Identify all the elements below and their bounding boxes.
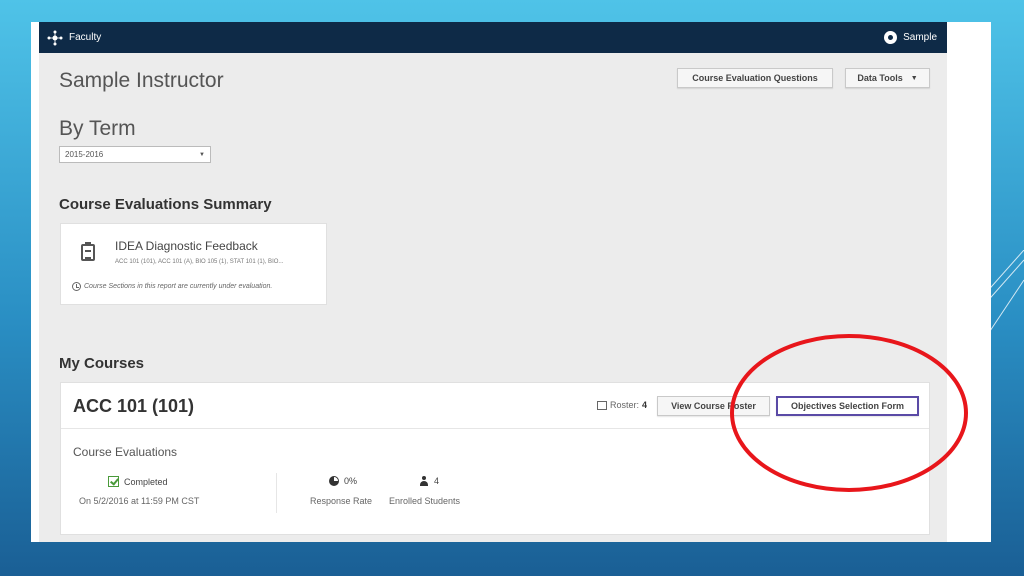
summary-heading: Course Evaluations Summary (59, 196, 272, 213)
status-text: Completed (124, 476, 168, 487)
response-rate-label: Response Rate (310, 496, 373, 506)
clipboard-icon (81, 242, 95, 261)
view-course-roster-button[interactable]: View Course Roster (657, 396, 770, 416)
roster-label: Roster: (610, 400, 640, 410)
person-icon (419, 476, 429, 486)
divider (61, 428, 929, 429)
check-icon (108, 476, 119, 487)
page-title: Sample Instructor (59, 69, 224, 92)
chevron-down-icon: ▼ (199, 151, 205, 158)
user-avatar-icon (884, 31, 898, 44)
enrolled-students-label: Enrolled Students (389, 496, 461, 506)
objectives-selection-form-button[interactable]: Objectives Selection Form (776, 396, 919, 416)
summary-card-title: IDEA Diagnostic Feedback (115, 239, 258, 253)
network-logo-icon (47, 30, 63, 45)
enrolled-number: 4 (434, 476, 440, 486)
divider (276, 473, 277, 513)
my-courses-heading: My Courses (59, 355, 145, 372)
top-navigation-bar: Faculty Sample (39, 22, 947, 53)
user-name: Sample (903, 32, 937, 43)
term-heading: By Term (59, 117, 136, 140)
clock-icon (72, 282, 81, 291)
faculty-app: Faculty Sample Sample Instructor Course … (39, 22, 947, 542)
app-name: Faculty (69, 32, 102, 43)
enrolled-students-value: 4 (419, 476, 439, 486)
response-rate-number: 0% (344, 476, 358, 486)
user-menu[interactable]: Sample (884, 31, 937, 44)
course-evaluations-label: Course Evaluations (73, 445, 178, 459)
status-badge: Completed (108, 476, 168, 487)
course-evaluation-questions-button[interactable]: Course Evaluation Questions (677, 68, 833, 88)
data-tools-dropdown[interactable]: Data Tools ▼ (845, 68, 930, 88)
summary-card-sections: ACC 101 (101), ACC 101 (A), BIO 105 (1),… (115, 259, 284, 265)
brand[interactable]: Faculty (47, 30, 101, 46)
term-select-value: 2015-2016 (65, 150, 104, 159)
chevron-down-icon: ▼ (910, 74, 918, 82)
course-name: ACC 101 (101) (73, 396, 195, 416)
response-rate-value: 0% (329, 476, 357, 486)
summary-card[interactable]: IDEA Diagnostic Feedback ACC 101 (101), … (60, 223, 327, 305)
screenshot-frame: Faculty Sample Sample Instructor Course … (31, 22, 991, 542)
term-select[interactable]: 2015-2016 ▼ (59, 146, 211, 163)
data-tools-label: Data Tools (857, 73, 903, 83)
summary-note-text: Course Sections in this report are curre… (84, 283, 273, 290)
deadline-text: On 5/2/2016 at 11:59 PM CST (79, 496, 200, 506)
roster-value: 4 (642, 400, 648, 410)
roster-count: Roster: 4 (597, 400, 647, 410)
course-card: ACC 101 (101) Roster: 4 View Course Rost… (60, 382, 930, 535)
pie-chart-icon (329, 476, 339, 486)
summary-card-note: Course Sections in this report are curre… (72, 282, 272, 291)
roster-icon (597, 400, 607, 410)
